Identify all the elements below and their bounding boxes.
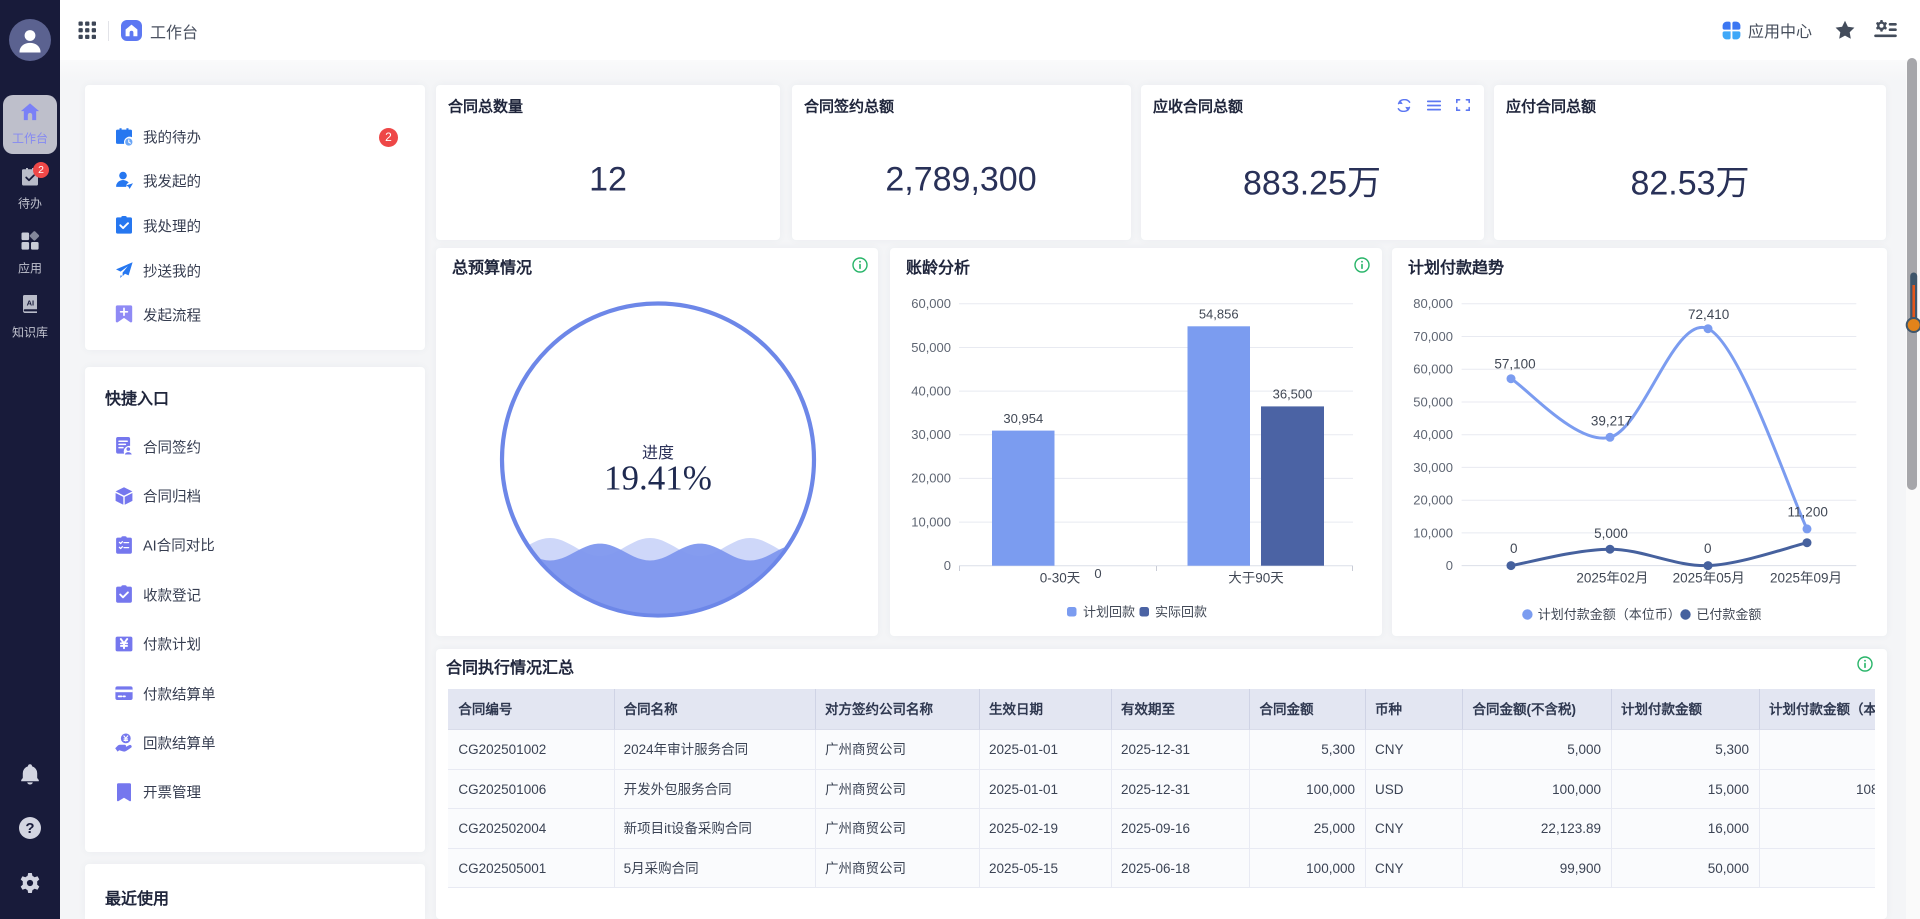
svg-text:实际回款: 实际回款 [1155,605,1207,620]
svg-text:20,000: 20,000 [1413,493,1453,508]
svg-text:40,000: 40,000 [911,383,951,398]
svg-text:30,954: 30,954 [1003,411,1043,426]
svg-text:已付款金额: 已付款金额 [1696,607,1761,622]
svg-text:10,000: 10,000 [911,514,951,529]
svg-text:0: 0 [1510,541,1518,556]
svg-text:70,000: 70,000 [1413,329,1453,344]
svg-text:0: 0 [1094,566,1101,581]
svg-text:30,000: 30,000 [911,427,951,442]
svg-text:大于90天: 大于90天 [1228,571,1284,586]
svg-text:30,000: 30,000 [1413,460,1453,475]
svg-text:72,410: 72,410 [1688,307,1729,322]
svg-text:36,500: 36,500 [1273,387,1313,402]
svg-text:39,217: 39,217 [1591,414,1632,429]
svg-text:5,000: 5,000 [1594,526,1628,541]
svg-text:AI: AI [27,298,35,307]
svg-text:2025年02月: 2025年02月 [1576,571,1648,586]
svg-text:54,856: 54,856 [1199,307,1239,322]
svg-text:计划付款金额（本位币）: 计划付款金额（本位币） [1538,607,1681,622]
svg-text:2025年09月: 2025年09月 [1770,571,1842,586]
svg-text:0-30天: 0-30天 [1040,571,1081,586]
svg-text:19.41%: 19.41% [604,459,712,498]
svg-text:80,000: 80,000 [1413,296,1453,311]
svg-text:0: 0 [944,558,951,573]
svg-text:计划回款: 计划回款 [1083,605,1135,620]
svg-text:57,100: 57,100 [1494,357,1535,372]
svg-text:50,000: 50,000 [1413,394,1453,409]
svg-text:60,000: 60,000 [911,296,951,311]
svg-text:20,000: 20,000 [911,471,951,486]
svg-text:40,000: 40,000 [1413,427,1453,442]
svg-text:0: 0 [1446,558,1453,573]
svg-text:2025年05月: 2025年05月 [1673,571,1745,586]
svg-text:11,200: 11,200 [1788,505,1828,520]
svg-text:60,000: 60,000 [1413,362,1453,377]
svg-text:50,000: 50,000 [911,340,951,355]
svg-text:10,000: 10,000 [1413,525,1453,540]
svg-text:0: 0 [1704,541,1712,556]
svg-text:?: ? [25,820,34,837]
